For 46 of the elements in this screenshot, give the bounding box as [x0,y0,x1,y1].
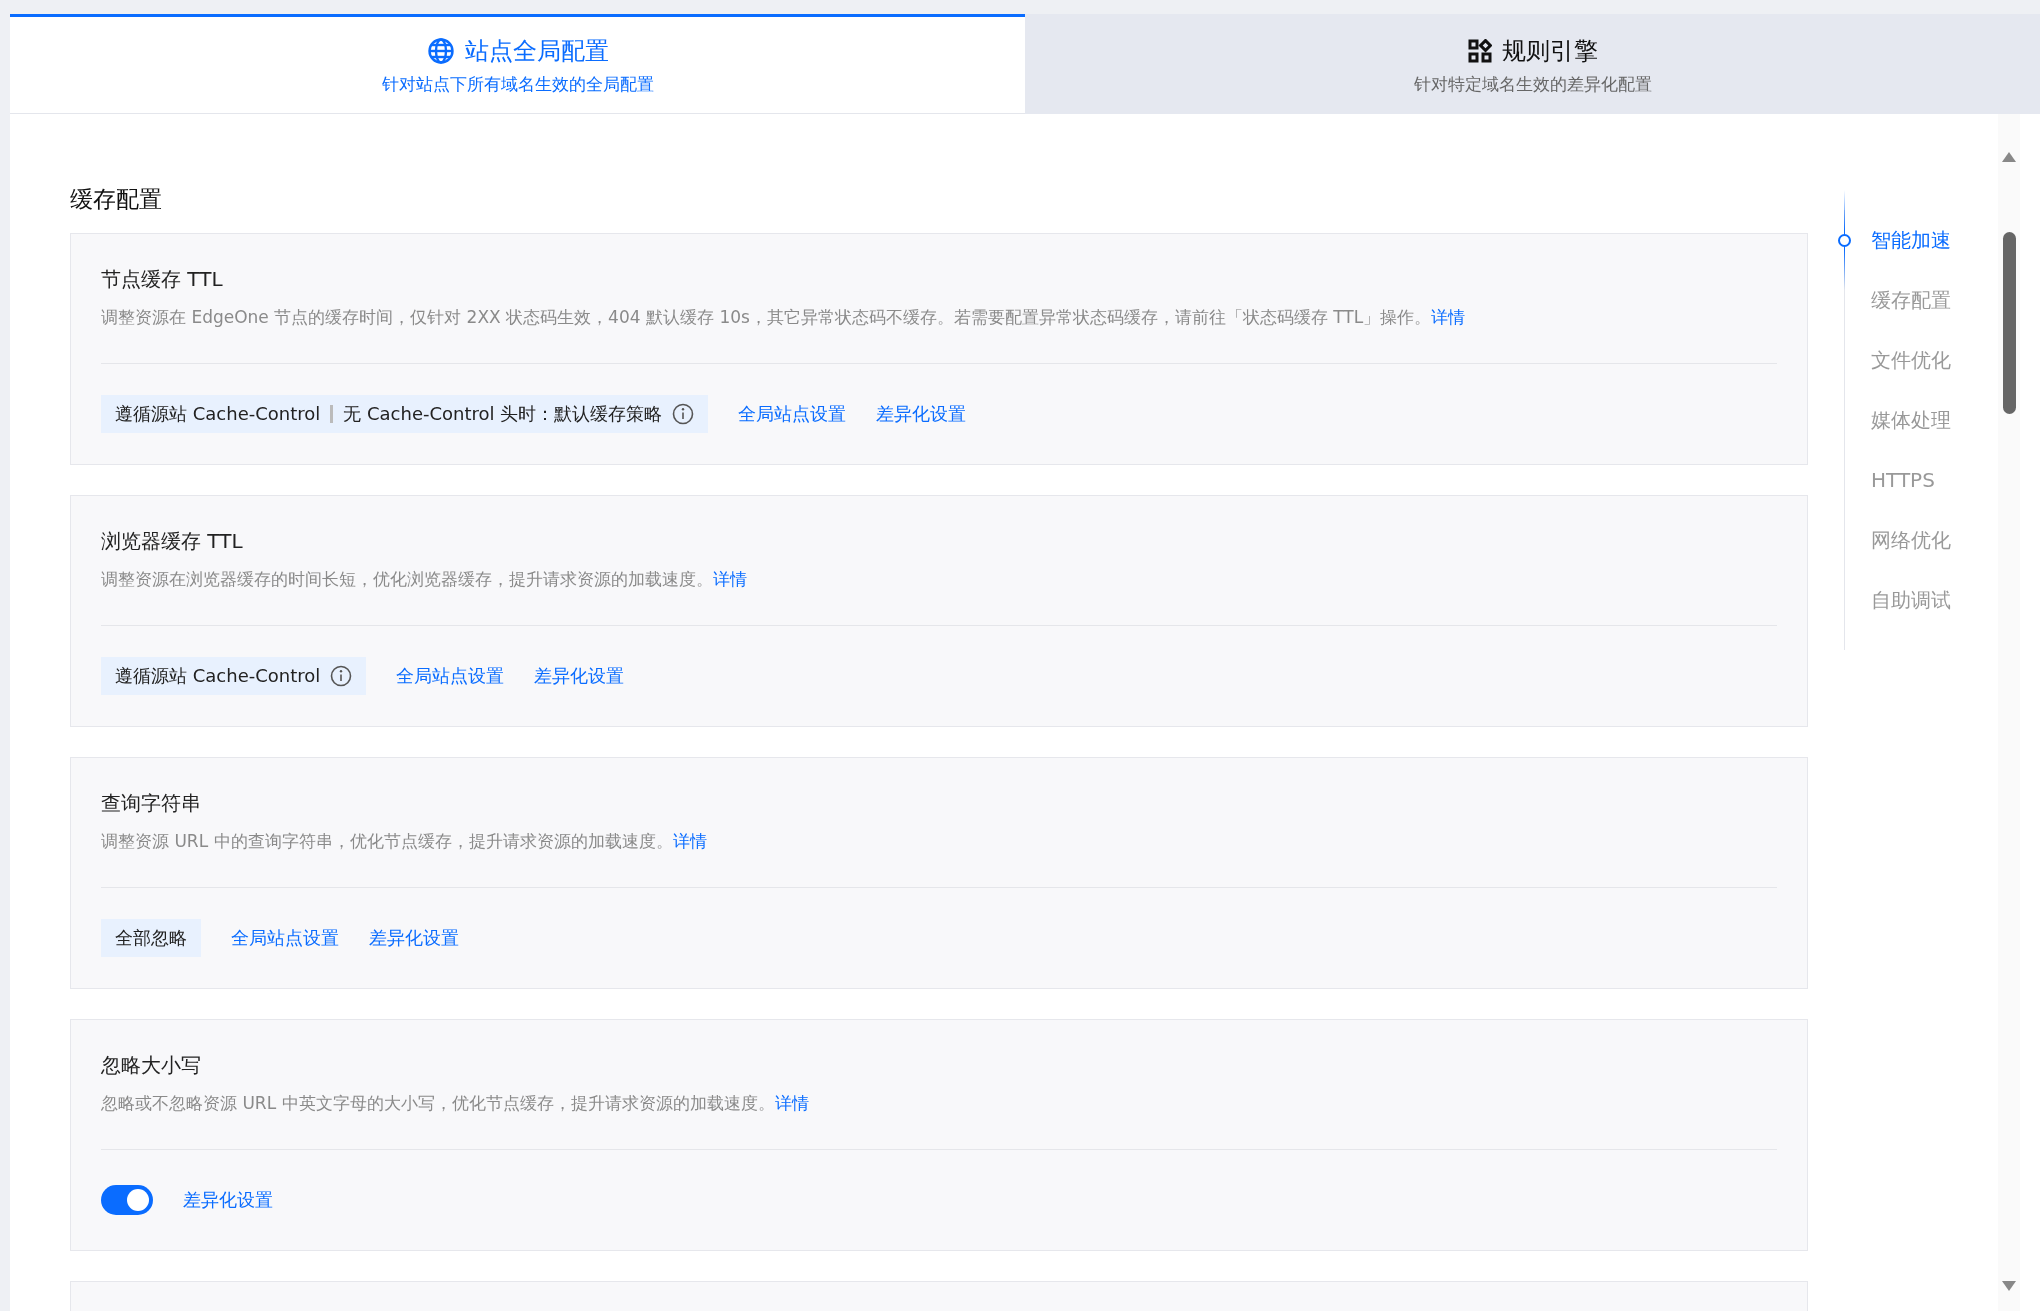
card-title: 忽略大小写 [101,1052,202,1079]
toggle-switch[interactable] [101,1185,153,1215]
info-icon[interactable] [672,403,695,425]
scroll-down-icon[interactable] [2002,1281,2016,1291]
scroll-up-icon[interactable] [2002,152,2016,162]
anchor-nav-item[interactable]: 文件优化 [1871,346,1951,374]
tag-text: 遵循源站 Cache-Control [115,402,321,426]
anchor-nav-item[interactable]: 媒体处理 [1871,406,1951,434]
settings-link[interactable]: 全局站点设置 [231,926,339,950]
anchor-nav-item[interactable]: 自助调试 [1871,586,1951,614]
tab[interactable]: 规则引擎 针对特定域名生效的差异化配置 [1025,14,2040,114]
info-icon[interactable] [330,665,353,687]
card-description: 忽略或不忽略资源 URL 中英文字母的大小写，优化节点缓存，提升请求资源的加载速度。详情 [101,1092,810,1115]
card-title: 查询字符串 [101,790,202,817]
tag-text: 遵循源站 Cache-Control [115,664,321,688]
anchor-nav-item[interactable]: 网络优化 [1871,526,1951,554]
card-title: 节点缓存 TTL [101,266,224,293]
tab-subtitle: 针对站点下所有域名生效的全局配置 [381,72,654,96]
details-link[interactable]: 详情 [774,1093,809,1113]
scrollbar-thumb[interactable] [2002,232,2016,414]
globe-icon [426,36,455,65]
card-description: 调整资源 URL 中的查询字符串，优化节点缓存，提升请求资源的加载速度。详情 [101,830,708,853]
section-title: 缓存配置 [70,185,163,214]
anchor-nav-item[interactable]: 缓存配置 [1871,286,1951,314]
anchor-nav-item[interactable]: HTTPS [1871,468,1935,492]
tab-subtitle: 针对特定域名生效的差异化配置 [1413,73,1652,96]
settings-link[interactable]: 全局站点设置 [396,664,505,688]
tab[interactable]: 站点全局配置 针对站点下所有域名生效的全局配置 [10,14,1025,114]
settings-link[interactable]: 全局站点设置 [738,402,847,426]
tab-title: 规则引擎 [1501,36,1598,67]
scrollbar[interactable] [1998,114,2020,1311]
tag-text: 无 Cache-Control 头时：默认缓存策略 [343,402,663,426]
details-link[interactable]: 详情 [713,569,747,589]
settings-link[interactable]: 差异化设置 [183,1188,273,1212]
card-description: 调整资源在 EdgeOne 节点的缓存时间，仅针对 2XX 状态码生效，404 默认缓存 10s，其它异常状态码不缓存。若需要配置异常状态码缓存，请前往「状态码缓存 TTL」操作。详情 [101,306,1467,329]
settings-link[interactable]: 差异化设置 [534,664,625,688]
tag-text: 全部忽略 [115,926,187,950]
card-description: 调整资源在浏览器缓存的时间长短，优化浏览器缓存，提升请求资源的加载速度。详情 [101,568,748,591]
anchor-nav-item[interactable]: 智能加速 [1871,226,1951,254]
tab-title: 站点全局配置 [464,35,609,67]
settings-link[interactable]: 差异化设置 [369,926,459,950]
card-title: 浏览器缓存 TTL [101,528,244,555]
settings-link[interactable]: 差异化设置 [876,402,967,426]
details-link[interactable]: 详情 [1431,307,1466,327]
grid-icon [1467,39,1492,63]
details-link[interactable]: 详情 [672,831,707,851]
